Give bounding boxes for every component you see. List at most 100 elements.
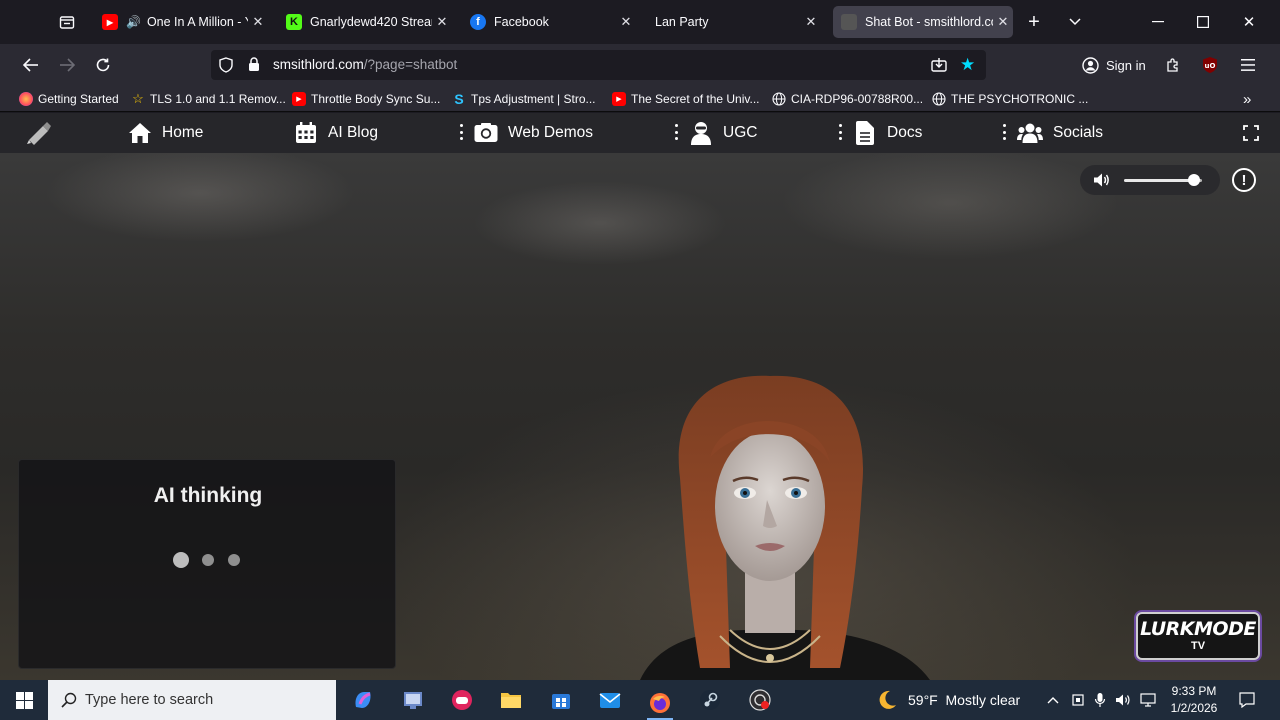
- bookmark-star-icon[interactable]: ★: [960, 55, 975, 75]
- weather-text[interactable]: 59°F Mostly clear: [908, 692, 1020, 708]
- reload-icon[interactable]: [90, 52, 116, 78]
- tab-gnarlydewd420-stream[interactable]: K Gnarlydewd420 Stream ✕: [286, 6, 452, 38]
- loading-dot: [202, 554, 214, 566]
- bookmark-tls[interactable]: ☆ TLS 1.0 and 1.1 Remov...: [131, 90, 286, 108]
- bookmark-label: CIA-RDP96-00788R00...: [791, 92, 924, 106]
- speaker-icon[interactable]: 🔊: [126, 15, 141, 29]
- nav-socials[interactable]: Socials: [1017, 121, 1103, 145]
- network-icon[interactable]: [1135, 688, 1161, 712]
- windows-start-icon[interactable]: [11, 688, 37, 712]
- tab-lan-party[interactable]: Lan Party ✕: [655, 6, 821, 38]
- nav-ai-blog[interactable]: AI Blog: [294, 121, 378, 145]
- maximize-icon[interactable]: [1191, 10, 1215, 34]
- extensions-icon[interactable]: [1160, 52, 1186, 78]
- close-icon[interactable]: ✕: [993, 14, 1013, 30]
- file-explorer-icon[interactable]: [498, 688, 524, 712]
- notifications-icon[interactable]: [1234, 688, 1260, 712]
- nav-ugc[interactable]: UGC: [689, 121, 757, 145]
- window-close-icon[interactable]: ✕: [1237, 10, 1261, 34]
- tab-title: Gnarlydewd420 Stream: [310, 15, 432, 29]
- close-icon[interactable]: ✕: [616, 14, 636, 30]
- users-icon: [1017, 121, 1043, 145]
- volume-slider-handle[interactable]: [1188, 174, 1201, 186]
- bookmark-label: The Secret of the Univ...: [631, 92, 760, 106]
- more-options-icon[interactable]: [458, 124, 464, 140]
- tab-facebook[interactable]: f Facebook ✕: [470, 6, 636, 38]
- forward-icon[interactable]: [54, 52, 80, 78]
- bookmark-tps-adjustment[interactable]: S Tps Adjustment | Stro...: [452, 90, 595, 108]
- more-options-icon[interactable]: [673, 124, 679, 140]
- mail-icon[interactable]: [597, 688, 623, 712]
- document-icon: [853, 121, 877, 145]
- close-icon[interactable]: ✕: [801, 14, 821, 30]
- close-icon[interactable]: ✕: [248, 14, 268, 30]
- site-favicon-icon: [841, 14, 857, 30]
- more-options-icon[interactable]: [837, 124, 843, 140]
- facebook-icon: f: [470, 14, 486, 30]
- new-tab-icon[interactable]: +: [1022, 10, 1046, 34]
- nav-label: UGC: [723, 124, 758, 141]
- svg-text:uO: uO: [1205, 62, 1216, 70]
- site-logo-icon[interactable]: [26, 121, 52, 150]
- taskbar-app-icon[interactable]: [400, 688, 426, 712]
- nav-home[interactable]: Home: [128, 121, 203, 145]
- show-hidden-icons-icon[interactable]: [1040, 688, 1066, 712]
- youtube-icon: ▶: [102, 14, 118, 30]
- avatar-character: [640, 375, 930, 680]
- watermark-line1: LURKMODE: [1140, 618, 1256, 640]
- tab-title: Facebook: [494, 15, 549, 29]
- volume-fill: [1124, 179, 1195, 182]
- info-alert-icon[interactable]: !: [1232, 168, 1256, 192]
- close-icon[interactable]: ✕: [432, 14, 452, 30]
- bookmark-getting-started[interactable]: Getting Started: [19, 90, 119, 108]
- game-launcher-icon[interactable]: [449, 688, 475, 712]
- volume-icon[interactable]: [1093, 172, 1110, 193]
- back-icon[interactable]: [18, 52, 44, 78]
- youtube-icon: ▶: [612, 92, 626, 106]
- obs-recording-icon[interactable]: [747, 688, 773, 712]
- sign-in-button[interactable]: Sign in: [1082, 52, 1162, 78]
- site-navigation: Home AI Blog Web Demos UGC Docs Socials: [0, 113, 1280, 153]
- nav-docs[interactable]: Docs: [853, 121, 922, 145]
- copilot-icon[interactable]: [350, 688, 376, 712]
- audio-controls: [1080, 165, 1220, 195]
- ublock-origin-icon[interactable]: uO: [1197, 52, 1223, 78]
- lock-icon[interactable]: [248, 57, 260, 77]
- firefox-taskbar-icon[interactable]: [647, 688, 673, 720]
- tab-strip: ▶ 🔊 One In A Million - Y ✕ K Gnarlydewd4…: [0, 0, 1280, 44]
- tracking-protection-shield-icon[interactable]: [219, 57, 233, 78]
- loading-dot: [173, 552, 189, 568]
- bookmark-label: THE PSYCHOTRONIC ...: [951, 92, 1089, 106]
- speaker-icon[interactable]: [1110, 688, 1136, 712]
- menu-icon[interactable]: [1235, 52, 1261, 78]
- bookmark-psychotronic[interactable]: THE PSYCHOTRONIC ...: [932, 90, 1088, 108]
- more-bookmarks-icon[interactable]: »: [1243, 90, 1251, 108]
- calendar-icon: [294, 121, 318, 145]
- url-host: smsithlord.com: [273, 57, 364, 72]
- microsoft-store-icon[interactable]: [548, 688, 574, 712]
- youtube-icon: ▶: [292, 92, 306, 106]
- url-bar[interactable]: smsithlord.com/?page=shatbot ★: [211, 50, 986, 80]
- chevron-down-icon[interactable]: [1063, 10, 1087, 34]
- weather-moon-icon: [874, 688, 900, 712]
- bookmark-throttle-body[interactable]: ▶ Throttle Body Sync Su...: [292, 90, 440, 108]
- tab-one-in-a-million[interactable]: ▶ 🔊 One In A Million - Y ✕: [102, 6, 268, 38]
- nav-label: AI Blog: [328, 124, 378, 141]
- tab-shat-bot[interactable]: Shat Bot - smsithlord.co ✕: [833, 6, 1013, 38]
- taskbar-clock[interactable]: 9:33 PM 1/2/2026: [1166, 683, 1222, 717]
- steam-icon[interactable]: [697, 688, 723, 712]
- search-icon: [61, 692, 77, 708]
- fullscreen-icon[interactable]: [1243, 125, 1259, 146]
- minimize-icon[interactable]: [1146, 10, 1170, 34]
- more-options-icon[interactable]: [1001, 124, 1007, 140]
- taskbar-search-box[interactable]: Type here to search: [48, 680, 336, 720]
- nav-web-demos[interactable]: Web Demos: [474, 121, 593, 145]
- user-icon: [689, 121, 713, 145]
- save-to-pocket-icon[interactable]: [931, 57, 947, 77]
- lurkmode-tv-watermark: LURKMODE TV: [1136, 612, 1260, 660]
- bookmark-secret-of-universe[interactable]: ▶ The Secret of the Univ...: [612, 90, 760, 108]
- list-all-tabs-icon[interactable]: [55, 10, 79, 34]
- clock-time: 9:33 PM: [1171, 684, 1217, 698]
- nav-label: Web Demos: [508, 124, 593, 141]
- bookmark-cia-rdp96[interactable]: CIA-RDP96-00788R00...: [772, 90, 923, 108]
